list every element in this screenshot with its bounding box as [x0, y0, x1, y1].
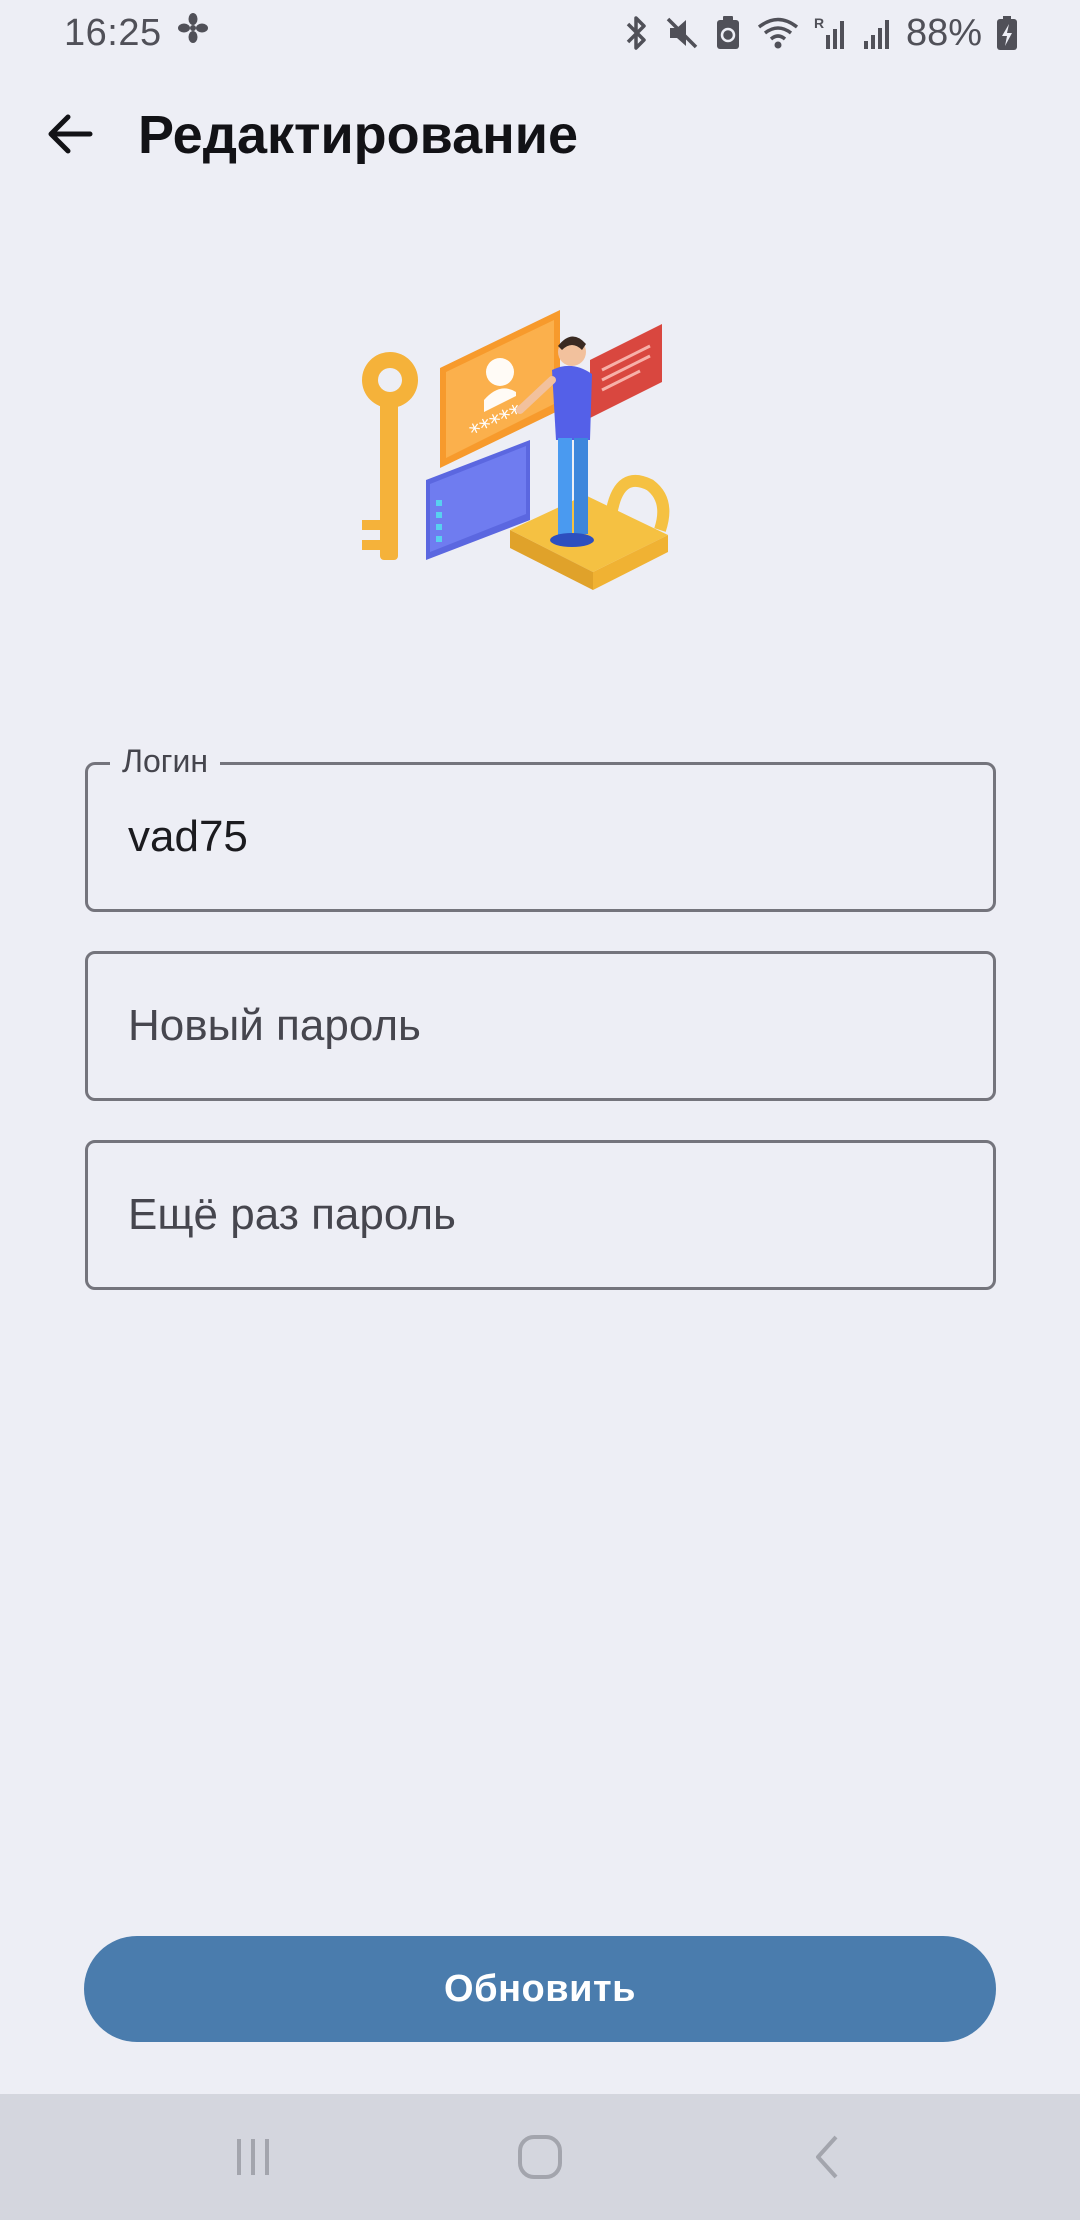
page-title: Редактирование: [138, 105, 579, 165]
recent-apps-icon: [237, 2139, 270, 2175]
recycle-icon: [714, 15, 742, 51]
system-nav-bar: [0, 2094, 1080, 2220]
back-icon: [815, 2135, 838, 2179]
svg-text:R: R: [814, 15, 824, 31]
status-right: R 88%: [624, 12, 1018, 55]
battery-charging-icon: [996, 15, 1018, 51]
app-bar: Редактирование: [0, 84, 1080, 184]
login-field[interactable]: Логин vad75: [85, 741, 996, 912]
home-icon: [517, 2135, 562, 2179]
edit-account-screen: 16:25 R 88% Редактирование ***** Логин v…: [0, 0, 1080, 2220]
battery-percent: 88%: [905, 11, 982, 54]
arrow-left-icon: [48, 114, 93, 154]
login-field-value[interactable]: vad75: [128, 765, 968, 909]
repeat-password-placeholder: Ещё раз пароль: [128, 1190, 456, 1239]
status-bar: 16:25 R 88%: [0, 0, 1080, 66]
mute-icon: [664, 15, 700, 51]
system-back-button[interactable]: [767, 2107, 887, 2207]
new-password-field[interactable]: Новый пароль: [85, 951, 996, 1101]
back-button[interactable]: [30, 94, 110, 174]
bluetooth-icon: [624, 15, 650, 51]
home-button[interactable]: [480, 2107, 600, 2207]
fan-icon: [176, 11, 210, 55]
repeat-password-field[interactable]: Ещё раз пароль: [85, 1140, 996, 1290]
status-left: 16:25: [64, 11, 210, 55]
recent-apps-button[interactable]: [193, 2107, 313, 2207]
login-security-illustration: *****: [350, 300, 680, 600]
signal-icon: [862, 15, 892, 51]
wifi-icon: [756, 15, 800, 51]
new-password-placeholder: Новый пароль: [128, 1001, 421, 1050]
signal-roaming-icon: R: [814, 15, 848, 51]
status-time: 16:25: [64, 11, 162, 54]
update-button[interactable]: Обновить: [84, 1936, 996, 2042]
